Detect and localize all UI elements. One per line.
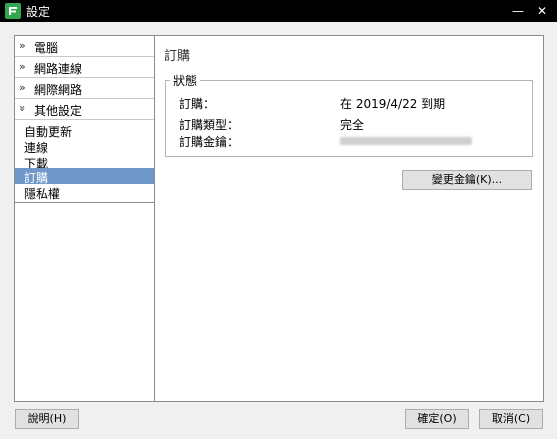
status-groupbox: 狀態 訂購： 在 2019/4/22 到期 訂購類型： 完全 訂購金鑰：: [165, 72, 533, 157]
nav-item-label: 電腦: [34, 41, 59, 55]
nav-subitem-connection[interactable]: 連線: [15, 138, 154, 155]
chevron-right-icon: »: [19, 60, 26, 73]
help-button[interactable]: 說明(H): [15, 409, 79, 429]
subscription-type-value: 完全: [340, 118, 365, 132]
close-button[interactable]: ✕: [530, 0, 554, 22]
nav-item-label: 網際網路: [34, 83, 83, 97]
page-title: 訂購: [164, 49, 191, 64]
nav-item-network[interactable]: » 網路連線: [15, 57, 154, 78]
nav-subitem-privacy[interactable]: 隱私權: [15, 184, 154, 201]
content-panel: 訂購 狀態 訂購： 在 2019/4/22 到期 訂購類型： 完全 訂購金鑰： …: [155, 36, 543, 401]
chevron-right-icon: »: [19, 81, 26, 94]
ok-button[interactable]: 確定(O): [405, 409, 469, 429]
nav-subitem-subscription[interactable]: 訂購: [15, 168, 154, 185]
change-key-button[interactable]: 變更金鑰(K)...: [402, 170, 532, 190]
nav-subitem-auto-update[interactable]: 自動更新: [15, 122, 154, 139]
title-bar: 設定 — ✕: [0, 0, 557, 22]
nav-item-internet[interactable]: » 網際網路: [15, 78, 154, 99]
chevron-right-icon: »: [19, 39, 26, 52]
subscription-expiry-value: 在 2019/4/22 到期: [340, 97, 446, 111]
minimize-button[interactable]: —: [506, 0, 530, 22]
app-logo-icon: [5, 3, 21, 19]
window-title: 設定: [26, 5, 51, 19]
subscription-type-label: 訂購類型：: [179, 118, 240, 132]
nav-item-label: 其他設定: [34, 104, 83, 118]
nav-item-label: 網路連線: [34, 62, 83, 76]
status-legend: 狀態: [170, 72, 201, 89]
nav-subitem-label: 隱私權: [24, 187, 61, 201]
nav-divider: [15, 202, 154, 203]
settings-frame: » 電腦 » 網路連線 » 網際網路 » 其他設定 自動更新 連線 下載 訂購 …: [14, 35, 544, 402]
settings-nav: » 電腦 » 網路連線 » 網際網路 » 其他設定 自動更新 連線 下載 訂購 …: [15, 36, 155, 401]
subscription-label: 訂購：: [179, 97, 216, 111]
nav-item-computer[interactable]: » 電腦: [15, 36, 154, 57]
cancel-button[interactable]: 取消(C): [479, 409, 543, 429]
subscription-key-label: 訂購金鑰：: [179, 135, 240, 149]
chevron-down-icon: »: [15, 105, 29, 112]
subscription-key-value-redacted: [340, 137, 472, 145]
nav-item-other-settings[interactable]: » 其他設定: [15, 99, 154, 120]
